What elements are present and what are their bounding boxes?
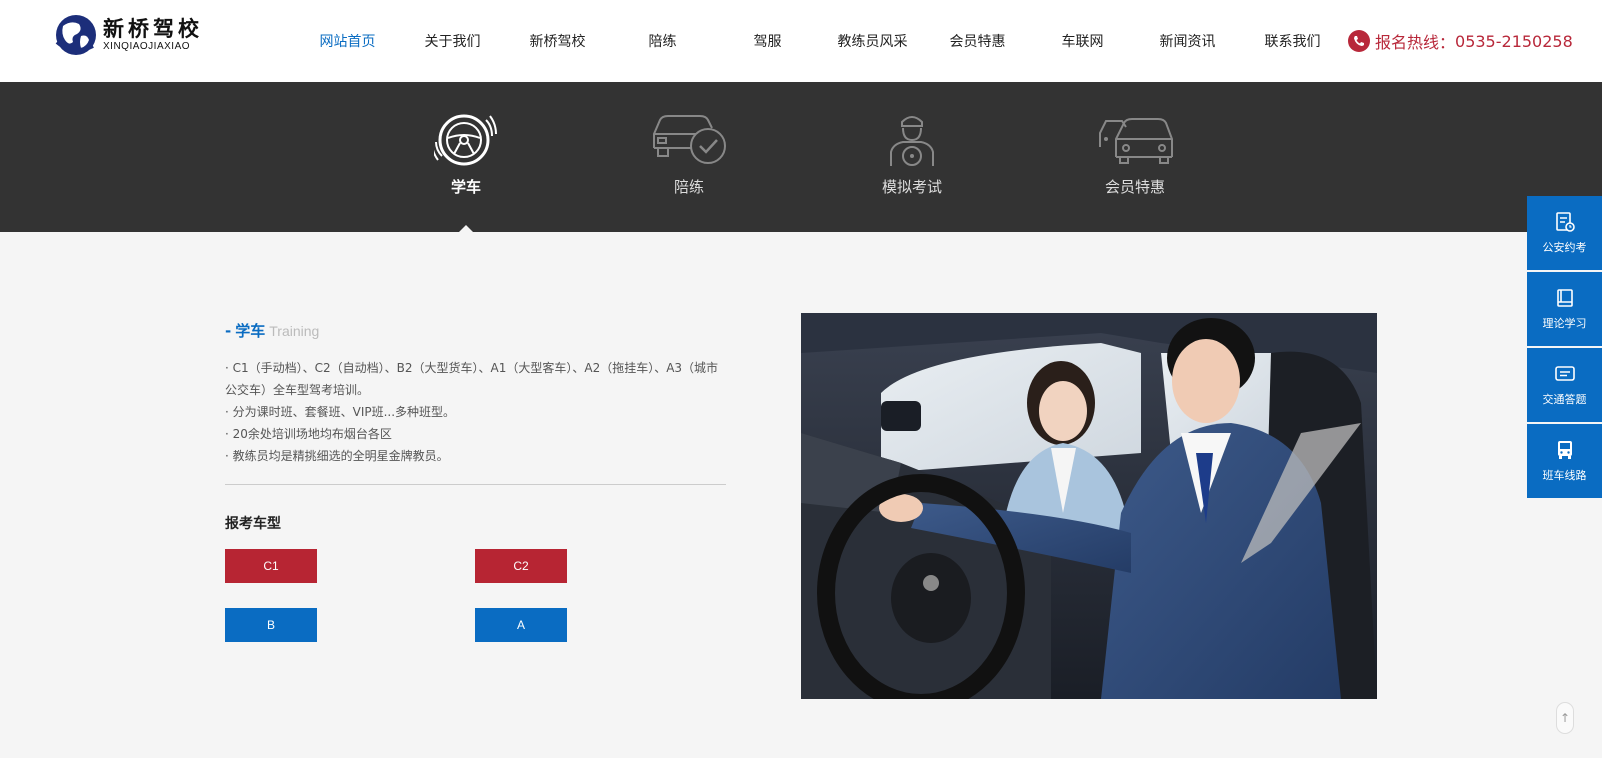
- desc-line: · 20余处培训场地均布烟台各区: [225, 427, 392, 441]
- hotline-label: 报名热线：: [1375, 33, 1456, 52]
- side-label: 公安约考: [1542, 241, 1587, 254]
- hotline: 报名热线： 0535-2150258: [1348, 29, 1573, 53]
- nav-member[interactable]: 会员特惠: [925, 0, 1030, 82]
- nav-contact[interactable]: 联系我们: [1240, 0, 1345, 82]
- driving-lesson-photo: [801, 313, 1377, 699]
- nav-news[interactable]: 新闻资讯: [1135, 0, 1240, 82]
- back-to-top-button[interactable]: ↑: [1556, 702, 1574, 734]
- main-nav: 网站首页 关于我们 新桥驾校 陪练 驾服 教练员风采 会员特惠 车联网 新闻资讯…: [295, 0, 1345, 82]
- side-traffic-quiz[interactable]: 交通答题: [1527, 348, 1602, 422]
- tab-practice[interactable]: 陪练: [619, 82, 759, 232]
- logo-en-text: XINQIAOJIAXIAO: [103, 41, 191, 52]
- bus-icon: [1557, 441, 1572, 459]
- desc-line: · C1（手动档）、C2（自动档）、B2（大型货车）、A1（大型客车）、A2（拖…: [225, 361, 719, 397]
- logo-cn-text: 新桥驾校: [103, 17, 203, 41]
- type-b-button[interactable]: B: [225, 608, 317, 642]
- nav-practice[interactable]: 陪练: [610, 0, 715, 82]
- side-label: 交通答题: [1542, 393, 1587, 406]
- side-label: 班车线路: [1542, 469, 1587, 482]
- hotline-number: 0535-2150258: [1455, 31, 1573, 51]
- side-exam-booking[interactable]: 公安约考: [1527, 196, 1602, 270]
- steering-wheel-icon: [426, 110, 506, 168]
- nav-about[interactable]: 关于我们: [400, 0, 505, 82]
- tab-member-offers[interactable]: 会员特惠: [1065, 82, 1205, 232]
- tab-learn-driving[interactable]: 学车: [396, 82, 536, 232]
- car-check-icon: [649, 110, 729, 168]
- tab-label: 会员特惠: [1104, 178, 1165, 196]
- desc-line: · 分为课时班、套餐班、VIP班...多种班型。: [225, 405, 456, 419]
- nav-service[interactable]: 驾服: [715, 0, 820, 82]
- section-description: · C1（手动档）、C2（自动档）、B2（大型货车）、A1（大型客车）、A2（拖…: [225, 357, 725, 467]
- active-tab-caret: [459, 225, 473, 232]
- phone-icon: [1348, 30, 1370, 52]
- globe-logo-icon: [53, 12, 99, 58]
- quick-links-panel: 公安约考 理论学习 交通答题 班车线路: [1527, 196, 1602, 500]
- driver-icon: [872, 110, 952, 168]
- site-header: 新桥驾校 XINQIAOJIAXIAO 网站首页 关于我们 新桥驾校 陪练 驾服…: [0, 0, 1602, 82]
- logo[interactable]: 新桥驾校 XINQIAOJIAXIAO: [53, 10, 213, 60]
- tab-mock-exam[interactable]: 模拟考试: [842, 82, 982, 232]
- nav-home[interactable]: 网站首页: [295, 0, 400, 82]
- tab-label: 模拟考试: [881, 178, 942, 196]
- side-label: 理论学习: [1542, 317, 1587, 330]
- tab-label: 学车: [450, 178, 481, 196]
- section-title: - 学车 Training: [225, 320, 319, 341]
- section-title-cn: 学车: [235, 322, 266, 340]
- title-dash: -: [225, 322, 232, 340]
- side-theory-study[interactable]: 理论学习: [1527, 272, 1602, 346]
- message-icon: [1554, 366, 1575, 381]
- section-title-en: Training: [269, 323, 320, 339]
- nav-school[interactable]: 新桥驾校: [505, 0, 610, 82]
- type-c2-button[interactable]: C2: [475, 549, 567, 583]
- side-bus-routes[interactable]: 班车线路: [1527, 424, 1602, 498]
- nav-iov[interactable]: 车联网: [1030, 0, 1135, 82]
- book-icon: [1556, 289, 1573, 307]
- desc-line: · 教练员均是精挑细选的全明星金牌教员。: [225, 449, 449, 463]
- cars-icon: [1095, 110, 1175, 168]
- tab-label: 陪练: [673, 178, 704, 196]
- nav-coaches[interactable]: 教练员风采: [820, 0, 925, 82]
- divider: [225, 484, 726, 485]
- type-c1-button[interactable]: C1: [225, 549, 317, 583]
- service-tabs: 学车 陪练 模拟考试 会员特惠: [0, 82, 1602, 232]
- type-a-button[interactable]: A: [475, 608, 567, 642]
- vehicle-type-title: 报考车型: [225, 516, 281, 532]
- exam-doc-icon: [1555, 212, 1575, 232]
